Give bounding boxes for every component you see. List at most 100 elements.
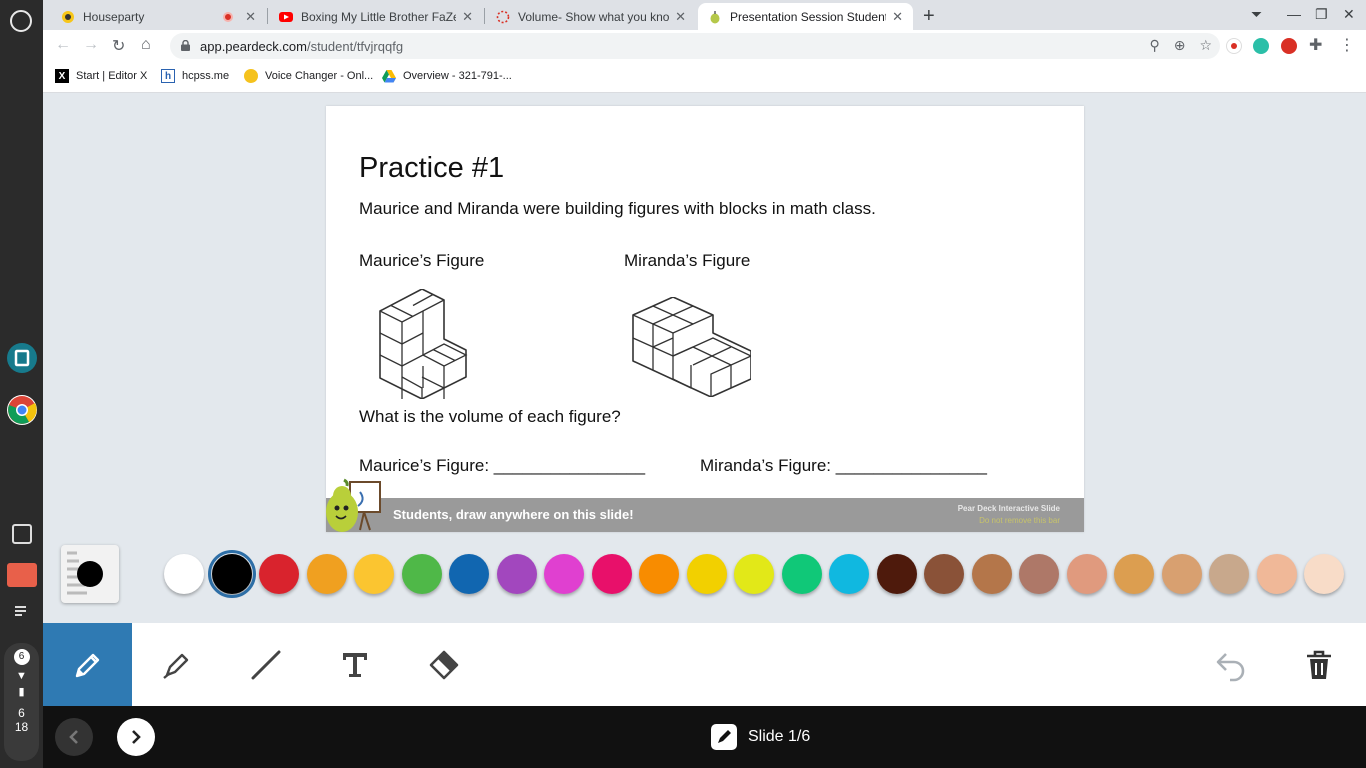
text-tool-button[interactable] bbox=[310, 623, 399, 706]
color-swatch[interactable] bbox=[354, 554, 394, 594]
tab-title: Boxing My Little Brother FaZe Ja bbox=[301, 9, 456, 24]
forward-icon[interactable]: → bbox=[83, 36, 99, 54]
status-tray[interactable]: 6 ▼ ▮ 6 18 bbox=[4, 643, 39, 761]
tab-volume[interactable]: Volume- Show what you know ✕ bbox=[486, 3, 696, 30]
color-swatch[interactable] bbox=[1019, 554, 1059, 594]
location-icon[interactable]: ⚲ bbox=[1149, 37, 1159, 54]
bookmark-label: hcpss.me bbox=[182, 70, 230, 82]
tab-title: Houseparty bbox=[83, 9, 145, 24]
reload-icon[interactable]: ↻ bbox=[112, 36, 125, 56]
chevron-left-icon bbox=[69, 730, 78, 744]
bookmark-hcpss[interactable]: h hcpss.me bbox=[161, 69, 229, 83]
close-icon[interactable]: ✕ bbox=[892, 9, 903, 25]
color-swatch[interactable] bbox=[449, 554, 489, 594]
clear-drawing-button[interactable] bbox=[1274, 623, 1363, 706]
stroke-width-icon bbox=[67, 551, 103, 595]
slide-canvas[interactable]: Practice #1 Maurice and Miranda were bui… bbox=[326, 106, 1084, 532]
tab-divider bbox=[484, 8, 485, 24]
browser-chrome: Houseparty ✕ Boxing My Little Brother Fa… bbox=[43, 0, 1366, 93]
peardeck-app: Practice #1 Maurice and Miranda were bui… bbox=[43, 93, 1366, 706]
color-swatch[interactable] bbox=[496, 554, 537, 594]
bookmark-star-icon[interactable]: ☆ bbox=[1199, 37, 1212, 54]
close-icon[interactable]: ✕ bbox=[245, 9, 256, 25]
chevron-right-icon bbox=[132, 730, 141, 744]
tab-search-icon[interactable]: ⏷ bbox=[1251, 6, 1262, 23]
exit-icon[interactable] bbox=[7, 563, 37, 587]
draw-slide-icon bbox=[711, 724, 737, 750]
slide-intro: Maurice and Miranda were building figure… bbox=[359, 199, 876, 218]
color-swatch[interactable] bbox=[1066, 554, 1107, 594]
lock-icon bbox=[181, 40, 190, 51]
color-swatch[interactable] bbox=[1304, 554, 1344, 594]
bookmark-voice-changer[interactable]: Voice Changer - Onl... bbox=[244, 69, 373, 83]
extensions-puzzle-icon[interactable]: ✚ bbox=[1309, 35, 1322, 55]
tab-peardeck[interactable]: Presentation Session Student ✕ bbox=[698, 3, 913, 30]
close-icon[interactable]: ✕ bbox=[462, 9, 473, 25]
color-swatch[interactable] bbox=[259, 554, 299, 594]
maurice-figure-image bbox=[379, 289, 468, 399]
color-swatch[interactable] bbox=[971, 554, 1012, 594]
footer-do-not-remove: Do not remove this bar bbox=[979, 516, 1060, 525]
undo-button[interactable] bbox=[1186, 623, 1275, 706]
url-domain: app.peardeck.com bbox=[200, 39, 307, 54]
color-swatch[interactable] bbox=[164, 554, 204, 594]
address-bar[interactable]: app.peardeck.com/student/tfvjrqqfg ⚲ ⊕ ☆ bbox=[170, 33, 1220, 59]
color-swatch[interactable] bbox=[1161, 554, 1202, 594]
trash-icon bbox=[1306, 650, 1331, 679]
pencil-icon bbox=[75, 653, 99, 677]
houseparty-icon bbox=[61, 10, 75, 24]
close-icon[interactable]: ✕ bbox=[675, 9, 686, 25]
color-swatch[interactable] bbox=[1256, 554, 1297, 594]
browser-toolbar: ← → ↻ ⌂ app.peardeck.com/student/tfvjrqq… bbox=[43, 30, 1366, 62]
playlist-icon[interactable] bbox=[12, 602, 32, 622]
zoom-icon[interactable]: ⊕ bbox=[1174, 37, 1186, 54]
extension-record-icon[interactable] bbox=[1226, 38, 1242, 54]
restore-button[interactable]: ❐ bbox=[1315, 6, 1328, 23]
home-icon[interactable]: ⌂ bbox=[141, 36, 151, 54]
color-swatch[interactable] bbox=[639, 554, 679, 594]
launcher-icon[interactable] bbox=[10, 10, 32, 32]
color-swatch[interactable] bbox=[591, 554, 632, 594]
tab-houseparty[interactable]: Houseparty ✕ bbox=[51, 3, 266, 30]
color-swatch[interactable] bbox=[924, 554, 964, 594]
minimize-button[interactable]: — bbox=[1287, 6, 1301, 22]
wifi-icon: ▼ bbox=[16, 670, 27, 682]
previous-slide-button[interactable] bbox=[55, 718, 93, 756]
extension-grammarly-icon[interactable] bbox=[1253, 38, 1269, 54]
app-icon-classroom[interactable] bbox=[7, 343, 37, 373]
color-swatch[interactable] bbox=[401, 554, 442, 594]
color-swatch[interactable] bbox=[734, 554, 774, 594]
marker-tool-button[interactable] bbox=[132, 623, 221, 706]
back-icon[interactable]: ← bbox=[55, 36, 71, 54]
color-swatch[interactable] bbox=[686, 554, 727, 594]
bookmark-editor-x[interactable]: X Start | Editor X bbox=[55, 69, 147, 83]
bookmark-overview[interactable]: Overview - 321-791-... bbox=[382, 69, 512, 83]
color-palette bbox=[43, 540, 1366, 610]
next-slide-button[interactable] bbox=[117, 718, 155, 756]
color-swatch[interactable] bbox=[207, 550, 256, 598]
files-icon[interactable] bbox=[12, 524, 32, 544]
menu-icon[interactable]: ⋮ bbox=[1339, 35, 1355, 55]
color-swatch[interactable] bbox=[829, 554, 869, 594]
extension-adblock-icon[interactable] bbox=[1281, 38, 1297, 54]
tab-youtube[interactable]: Boxing My Little Brother FaZe Ja ✕ bbox=[269, 3, 483, 30]
color-swatch[interactable] bbox=[781, 554, 822, 594]
line-tool-button[interactable] bbox=[221, 623, 310, 706]
interactive-slide-bar: Students, draw anywhere on this slide! P… bbox=[326, 478, 1084, 532]
current-color-preview[interactable] bbox=[61, 545, 119, 603]
tab-divider bbox=[267, 8, 268, 24]
color-swatch[interactable] bbox=[1114, 554, 1154, 594]
new-tab-button[interactable]: + bbox=[923, 5, 935, 28]
slide-indicator[interactable]: Slide 1/6 bbox=[711, 724, 810, 750]
eraser-icon bbox=[429, 650, 458, 679]
eraser-tool-button[interactable] bbox=[399, 623, 488, 706]
miranda-figure-heading: Miranda’s Figure bbox=[624, 251, 751, 270]
hcpss-icon: h bbox=[161, 69, 175, 83]
color-swatch[interactable] bbox=[1209, 554, 1249, 594]
chrome-icon[interactable] bbox=[7, 395, 37, 425]
color-swatch[interactable] bbox=[544, 554, 584, 594]
close-window-button[interactable]: ✕ bbox=[1343, 6, 1355, 23]
pencil-tool-button[interactable] bbox=[43, 623, 132, 706]
color-swatch[interactable] bbox=[306, 554, 347, 594]
color-swatch[interactable] bbox=[876, 554, 917, 594]
